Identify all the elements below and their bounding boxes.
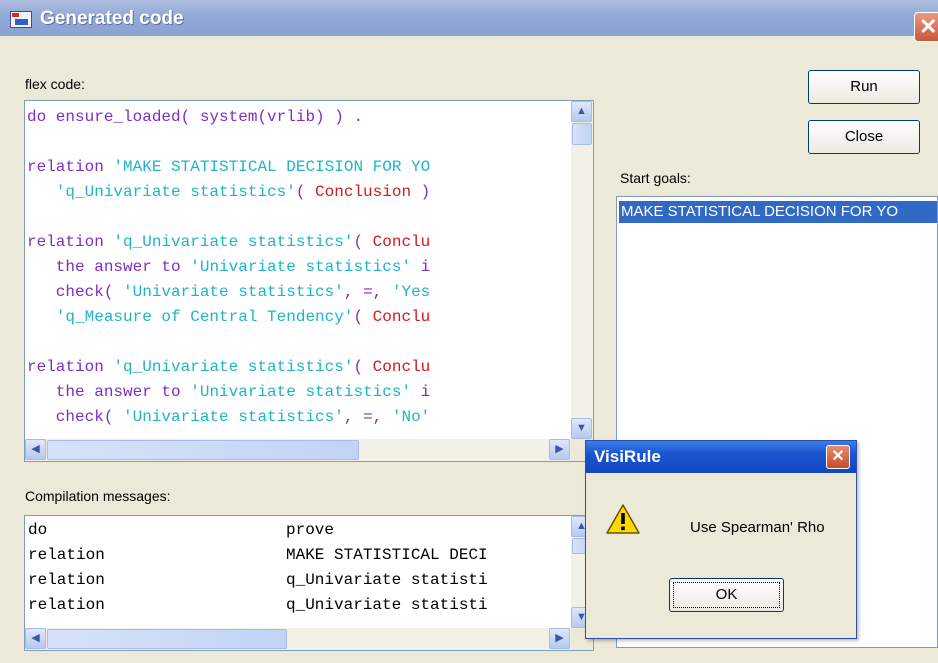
scroll-right-icon[interactable]: ▶ bbox=[549, 439, 570, 460]
code-line: check( 'Univariate statistics', =, 'No' bbox=[27, 407, 430, 427]
code-token: ( bbox=[353, 233, 373, 251]
dialog-ok-button[interactable]: OK bbox=[669, 578, 784, 612]
compilation-messages-list[interactable]: do prove relation MAKE STATISTICAL DECI rela… bbox=[24, 515, 594, 651]
code-token: 'Univariate statistics' bbox=[123, 408, 344, 426]
code-token: 'Univariate statistics' bbox=[123, 283, 344, 301]
code-token: i bbox=[411, 258, 431, 276]
code-token: relation bbox=[27, 233, 114, 251]
run-button[interactable]: Run bbox=[808, 70, 920, 104]
code-token: 'Univariate statistics' bbox=[190, 383, 412, 401]
code-horizontal-scrollbar[interactable]: ◀ ▶ bbox=[25, 439, 571, 461]
app-icon bbox=[10, 11, 32, 28]
code-token: Conclu bbox=[372, 358, 431, 376]
code-token: , =, bbox=[343, 283, 392, 301]
message-type: relation bbox=[28, 546, 105, 564]
dialog-message: Use Spearman' Rho bbox=[690, 519, 825, 536]
code-token: ( bbox=[295, 183, 316, 201]
compilation-messages-label: Compilation messages: bbox=[25, 488, 171, 504]
code-token: 'Univariate statistics' bbox=[190, 258, 412, 276]
scroll-left-icon[interactable]: ◀ bbox=[25, 439, 46, 460]
window-close-button[interactable]: ✕ bbox=[914, 12, 938, 42]
flex-code-label: flex code: bbox=[25, 76, 85, 92]
code-line: relation 'q_Univariate statistics'( Conc… bbox=[27, 232, 430, 252]
dialog-close-button[interactable]: ✕ bbox=[826, 445, 850, 469]
message-row: relation q_Univariate statisti bbox=[28, 570, 488, 590]
code-hscroll-thumb[interactable] bbox=[47, 440, 359, 460]
messages-hscroll-thumb[interactable] bbox=[47, 629, 287, 649]
code-token: ( bbox=[353, 358, 373, 376]
code-text-area[interactable]: do ensure_loaded( system(vrlib) ) . relat… bbox=[25, 101, 570, 438]
message-type: relation bbox=[28, 571, 105, 589]
code-line: do ensure_loaded( system(vrlib) ) . bbox=[27, 107, 363, 127]
code-line: 'q_Univariate statistics'( Conclusion ) bbox=[27, 182, 430, 202]
window-titlebar: Generated code ✕ bbox=[0, 0, 938, 42]
code-token: 'q_Measure of Central Tendency' bbox=[27, 308, 354, 326]
code-token: the answer to bbox=[27, 258, 191, 276]
code-vscroll-thumb[interactable] bbox=[572, 123, 592, 145]
dialog-title: VisiRule bbox=[594, 447, 661, 466]
scroll-up-icon[interactable]: ▲ bbox=[571, 101, 592, 122]
code-token: Conclu bbox=[372, 233, 431, 251]
message-type: relation bbox=[28, 596, 105, 614]
code-line: the answer to 'Univariate statistics' i bbox=[27, 257, 430, 277]
scroll-down-icon[interactable]: ▼ bbox=[571, 418, 592, 439]
code-token: relation bbox=[27, 358, 114, 376]
code-token: 'q_Univariate statistics' bbox=[27, 183, 296, 201]
code-vertical-scrollbar[interactable]: ▲ ▼ bbox=[571, 101, 593, 439]
flex-code-editor[interactable]: do ensure_loaded( system(vrlib) ) . relat… bbox=[24, 100, 594, 462]
code-line: 'q_Measure of Central Tendency'( Conclu bbox=[27, 307, 430, 327]
message-row: relation MAKE STATISTICAL DECI bbox=[28, 545, 488, 565]
visirule-dialog: VisiRule ✕ Use Spearman' Rho OK bbox=[585, 440, 857, 639]
start-goals-label: Start goals: bbox=[620, 170, 691, 186]
message-detail: prove bbox=[286, 521, 335, 539]
message-type: do bbox=[28, 521, 48, 539]
code-token: ) bbox=[411, 183, 431, 201]
message-detail: MAKE STATISTICAL DECI bbox=[286, 546, 488, 564]
scroll-right-icon[interactable]: ▶ bbox=[549, 628, 570, 649]
code-token: 'q_Univariate statistics' bbox=[113, 358, 354, 376]
code-token: i bbox=[411, 383, 431, 401]
message-detail: q_Univariate statisti bbox=[286, 571, 488, 589]
code-token: relation bbox=[27, 158, 114, 176]
code-token: 'q_Univariate statistics' bbox=[113, 233, 354, 251]
code-token: 'No' bbox=[391, 408, 431, 426]
code-token: , =, bbox=[343, 408, 392, 426]
window-title: Generated code bbox=[40, 8, 184, 29]
start-goal-item[interactable]: MAKE STATISTICAL DECISION FOR YO bbox=[619, 201, 937, 223]
message-detail: q_Univariate statisti bbox=[286, 596, 488, 614]
code-token: the answer to bbox=[27, 383, 191, 401]
code-line: the answer to 'Univariate statistics' i bbox=[27, 382, 430, 402]
scroll-left-icon[interactable]: ◀ bbox=[25, 628, 46, 649]
message-row: relation q_Univariate statisti bbox=[28, 595, 488, 615]
code-token: 'Yes bbox=[391, 283, 431, 301]
dialog-titlebar: VisiRule ✕ bbox=[586, 441, 856, 473]
message-row: do prove bbox=[28, 520, 334, 540]
messages-horizontal-scrollbar[interactable]: ◀ ▶ bbox=[25, 628, 571, 650]
code-token: Conclu bbox=[372, 308, 431, 326]
warning-icon bbox=[606, 504, 640, 534]
code-token: Conclusion bbox=[315, 183, 412, 201]
code-token: check( bbox=[27, 283, 124, 301]
code-token: do ensure_loaded( system(vrlib) ) . bbox=[27, 108, 364, 126]
code-line: relation 'q_Univariate statistics'( Conc… bbox=[27, 357, 430, 377]
code-token: ( bbox=[353, 308, 373, 326]
code-token: 'MAKE STATISTICAL DECISION FOR YO bbox=[113, 158, 431, 176]
code-token: check( bbox=[27, 408, 124, 426]
close-button[interactable]: Close bbox=[808, 120, 920, 154]
code-line: relation 'MAKE STATISTICAL DECISION FOR … bbox=[27, 157, 430, 177]
code-line: check( 'Univariate statistics', =, 'Yes bbox=[27, 282, 430, 302]
